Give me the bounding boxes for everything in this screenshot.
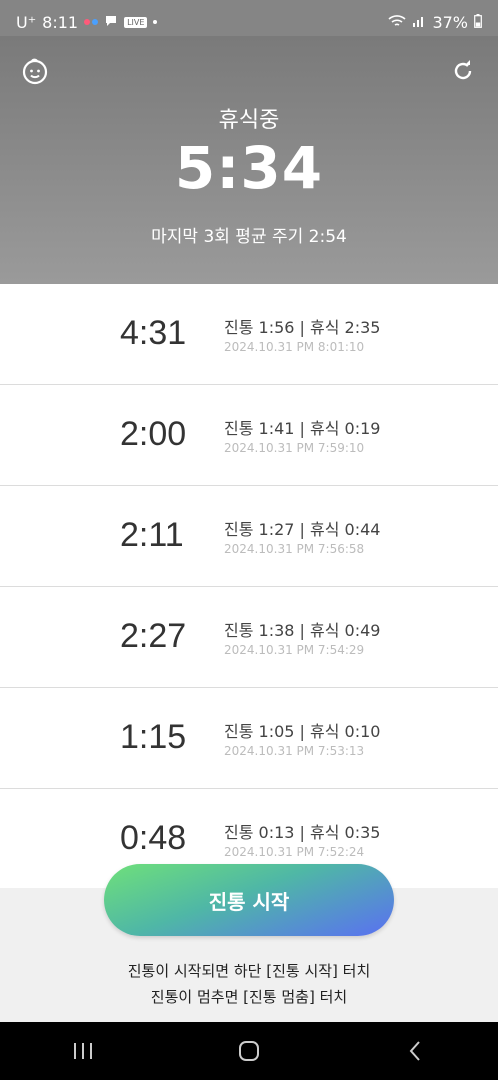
current-timer: 5:34 xyxy=(174,134,324,202)
record-timestamp: 2024.10.31 PM 7:53:13 xyxy=(224,744,365,758)
carrier-label: U⁺ xyxy=(16,12,37,32)
average-cycle-text: 마지막 3회 평균 주기 2:54 xyxy=(151,227,347,247)
live-badge: LIVE xyxy=(124,16,148,28)
record-timestamp: 2024.10.31 PM 7:54:29 xyxy=(224,643,365,657)
record-timestamp: 2024.10.31 PM 8:01:10 xyxy=(224,340,365,354)
baby-face-icon[interactable] xyxy=(20,56,50,86)
record-timestamp: 2024.10.31 PM 7:52:24 xyxy=(224,845,365,859)
contraction-list[interactable]: 4:31 진통 1:56 | 휴식 2:35 2024.10.31 PM 8:0… xyxy=(0,284,498,888)
cycle-interval: 2:00 xyxy=(120,415,187,453)
more-notifications-icon xyxy=(153,20,158,24)
status-header: 휴식중 5:34 마지막 3회 평균 주기 2:54 xyxy=(0,36,498,284)
refresh-icon[interactable] xyxy=(448,56,478,86)
cycle-interval: 4:31 xyxy=(120,314,187,352)
cycle-interval: 2:27 xyxy=(120,617,187,655)
status-left: U⁺ 8:11 LIVE xyxy=(16,12,158,32)
contraction-detail: 진통 1:05 | 휴식 0:10 xyxy=(224,722,381,741)
recent-apps-icon[interactable] xyxy=(53,1031,113,1071)
instruction-text-1: 진통이 시작되면 하단 [진통 시작] 터치 xyxy=(127,962,371,980)
battery-level: 37% xyxy=(432,12,468,32)
cycle-interval: 2:11 xyxy=(120,516,184,554)
list-item: 2:11 진통 1:27 | 휴식 0:44 2024.10.31 PM 7:5… xyxy=(0,486,498,587)
list-item: 2:27 진통 1:38 | 휴식 0:49 2024.10.31 PM 7:5… xyxy=(0,587,498,688)
wifi-icon xyxy=(388,13,406,32)
app-notification-icon xyxy=(84,19,91,25)
home-icon[interactable] xyxy=(219,1031,279,1071)
battery-icon xyxy=(474,13,482,32)
list-item: 2:00 진통 1:41 | 휴식 0:19 2024.10.31 PM 7:5… xyxy=(0,385,498,486)
record-timestamp: 2024.10.31 PM 7:56:58 xyxy=(224,542,365,556)
list-item: 1:15 진통 1:05 | 휴식 0:10 2024.10.31 PM 7:5… xyxy=(0,688,498,789)
instruction-text-2: 진통이 멈추면 [진통 멈춤] 터치 xyxy=(150,988,348,1006)
app-notification-icon-2 xyxy=(92,19,99,25)
state-label: 휴식중 xyxy=(218,108,280,133)
contraction-detail: 진통 1:56 | 휴식 2:35 xyxy=(224,318,381,337)
cycle-interval: 1:15 xyxy=(120,718,187,756)
chat-icon xyxy=(104,13,118,32)
system-navigation-bar xyxy=(0,1022,498,1080)
list-item: 4:31 진통 1:56 | 휴식 2:35 2024.10.31 PM 8:0… xyxy=(0,284,498,385)
signal-icon xyxy=(412,13,426,32)
contraction-detail: 진통 1:38 | 휴식 0:49 xyxy=(224,621,381,640)
contraction-detail: 진통 1:27 | 휴식 0:44 xyxy=(224,520,381,539)
status-right: 37% xyxy=(388,13,482,32)
contraction-detail: 진통 1:41 | 휴식 0:19 xyxy=(224,419,381,438)
clock: 8:11 xyxy=(42,12,79,32)
start-contraction-button[interactable]: 진통 시작 xyxy=(104,864,394,936)
contraction-detail: 진통 0:13 | 휴식 0:35 xyxy=(224,823,381,842)
back-icon[interactable] xyxy=(385,1031,445,1071)
record-timestamp: 2024.10.31 PM 7:59:10 xyxy=(224,441,365,455)
bottom-panel: 진통 시작 진통이 시작되면 하단 [진통 시작] 터치 진통이 멈추면 [진통… xyxy=(0,864,498,1022)
cycle-interval: 0:48 xyxy=(120,819,187,857)
